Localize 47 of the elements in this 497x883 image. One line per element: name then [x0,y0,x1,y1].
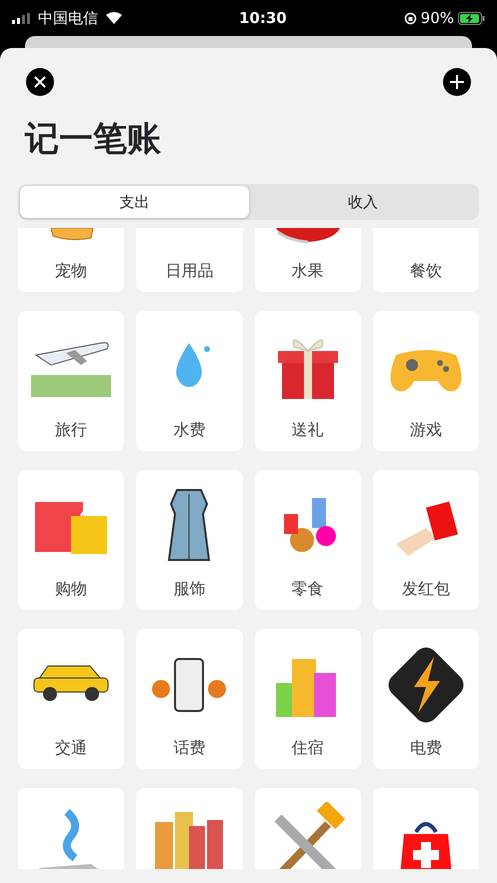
plus-icon [450,75,464,89]
category-label: 交通 [55,737,88,759]
category-label: 日用品 [165,260,214,282]
category-label: 水费 [173,419,206,441]
category-label: 电费 [410,737,442,759]
category-tile[interactable]: 餐饮 [372,228,479,292]
category-tile[interactable]: 服饰 [136,470,242,610]
close-icon [34,76,46,88]
category-label: 餐饮 [410,260,442,282]
category-tile[interactable]: 日用品 [136,228,242,292]
category-tile[interactable]: 水费 [136,311,242,451]
category-tile[interactable]: 电费 [372,629,479,769]
category-label: 旅行 [55,419,88,441]
category-tile[interactable]: 水果 [254,228,361,292]
category-tile[interactable]: 购物 [18,470,124,610]
category-tile[interactable]: 零食 [254,470,361,610]
category-label: 送礼 [292,419,324,441]
wifi-icon [106,12,122,24]
carrier-name: 中国电信 [38,8,98,29]
close-button[interactable] [26,68,54,96]
rotation-lock-icon [404,12,417,24]
category-label: 服饰 [173,578,206,600]
add-button[interactable] [443,68,471,96]
battery-percent: 90% [420,8,454,29]
category-tile[interactable]: 话费 [136,629,242,769]
category-label: 发红包 [402,578,450,600]
category-tile[interactable]: 旅行 [18,311,124,451]
category-label: 水果 [292,260,324,282]
category-label: 话费 [173,737,206,759]
category-tile[interactable]: 游戏 [372,311,479,451]
category-label: 宠物 [55,260,88,282]
category-tile[interactable]: 交通 [18,629,124,769]
segment-tab[interactable]: 收入 [248,186,477,218]
category-label: 游戏 [410,419,442,441]
page-title: 记一笔账 [24,122,162,156]
category-label: 住宿 [292,737,324,759]
category-label: 购物 [55,578,88,600]
category-tile[interactable]: 宠物 [18,228,124,292]
category-tile[interactable]: 发红包 [372,470,479,610]
category-label: 零食 [292,578,324,600]
category-tile[interactable]: 住宿 [254,629,361,769]
taxi-icon [33,664,110,702]
category-tile[interactable]: 送礼 [254,311,361,451]
signal-icon [12,12,30,24]
battery-icon [458,12,485,24]
segment-tab[interactable]: 支出 [20,186,248,218]
clock-time: 10:30 [238,8,287,29]
